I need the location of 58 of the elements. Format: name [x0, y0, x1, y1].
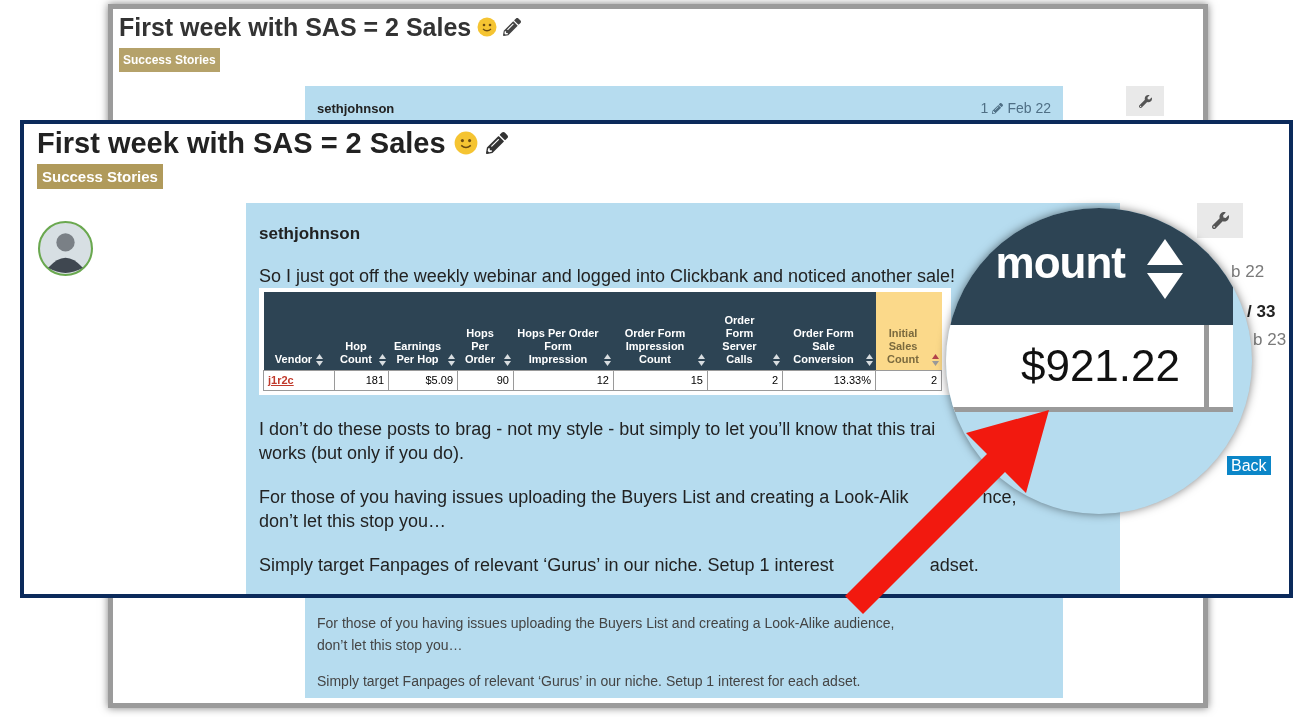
smiley-icon: [477, 17, 498, 37]
column-header[interactable]: Hops Per Order Form Impression: [513, 292, 614, 370]
wrench-icon: [1211, 212, 1229, 229]
sort-icon[interactable]: [865, 353, 873, 366]
sort-icon[interactable]: [772, 353, 780, 366]
column-header[interactable]: Initial Sales Count: [875, 292, 942, 370]
post-text: works (but only if you do).: [259, 441, 465, 465]
post-text: So I just got off the weekly webinar and logged into Clickbank and noticed another sale!: [259, 265, 956, 288]
timeline-position: / 33: [1247, 300, 1276, 323]
table-cell: $5.09: [388, 370, 458, 390]
table-cell: 2: [707, 370, 783, 390]
column-header[interactable]: Order Form Sale Conversion: [782, 292, 876, 370]
background-author: sethjohnson: [317, 99, 395, 118]
sort-icon[interactable]: [603, 353, 611, 366]
sort-icon[interactable]: [1147, 239, 1183, 299]
sort-icon[interactable]: [697, 353, 705, 366]
post-text: don’t let this stop you…: [259, 509, 447, 533]
magnified-value: $921.22: [1020, 341, 1180, 391]
admin-button[interactable]: [1197, 203, 1243, 238]
avatar-icon[interactable]: [38, 221, 93, 276]
back-button[interactable]: Back: [1227, 455, 1271, 475]
post-text: Simply target Fanpages of relevant ‘Gurus’ in our niche. Setup 1 interest: [259, 553, 834, 577]
column-header[interactable]: Hops Per Order: [457, 292, 514, 370]
sort-icon[interactable]: [316, 353, 324, 366]
background-title: First week with SAS = 2 Sales: [119, 12, 472, 42]
table-cell: 12: [513, 370, 614, 390]
post-text: nce,: [982, 485, 1017, 509]
topic-title: First week with SAS = 2 Sales: [37, 126, 446, 161]
column-header[interactable]: Order Form Server Calls: [707, 292, 783, 370]
table-cell: 15: [613, 370, 708, 390]
table-cell: 2: [875, 370, 942, 390]
edit-count: 1: [980, 99, 989, 118]
timeline-date: b 23: [1253, 329, 1287, 351]
magnified-column-header: mount: [995, 241, 1125, 285]
background-text: Simply target Fanpages of relevant ‘Gurus’ in our niche. Setup 1 interest for each adset.: [317, 672, 862, 691]
background-text: For those of you having issues uploading the Buyers List and creating a Look-Alike audience,: [317, 614, 896, 633]
post-text: I don’t do these posts to brag - not my style - but simply to let you’ll know that this trai: [259, 417, 936, 441]
column-header[interactable]: Vendor: [263, 292, 335, 370]
post-text: For those of you having issues uploading the Buyers List and creating a Look-Alik: [259, 485, 909, 509]
smiley-icon: [453, 131, 478, 155]
sort-icon[interactable]: [378, 353, 386, 366]
column-header[interactable]: Order Form Impression Count: [613, 292, 708, 370]
admin-button[interactable]: [1126, 86, 1164, 116]
column-header[interactable]: Earnings Per Hop: [388, 292, 458, 370]
sort-icon[interactable]: [447, 353, 455, 366]
timeline-date: b 22: [1231, 261, 1265, 283]
pencil-icon[interactable]: [485, 132, 508, 154]
table-cell: 13.33%: [782, 370, 876, 390]
sort-icon[interactable]: [503, 353, 511, 366]
table-cell: 90: [457, 370, 514, 390]
column-header[interactable]: Hop Count: [334, 292, 389, 370]
table-cell: 181: [334, 370, 389, 390]
wrench-icon: [1138, 94, 1152, 108]
post-author[interactable]: sethjohnson: [259, 222, 361, 246]
post-date: Feb 22: [1007, 99, 1051, 118]
pencil-icon[interactable]: [503, 18, 522, 36]
post-text: adset.: [929, 553, 979, 577]
background-text: don’t let this stop you…: [317, 636, 464, 655]
